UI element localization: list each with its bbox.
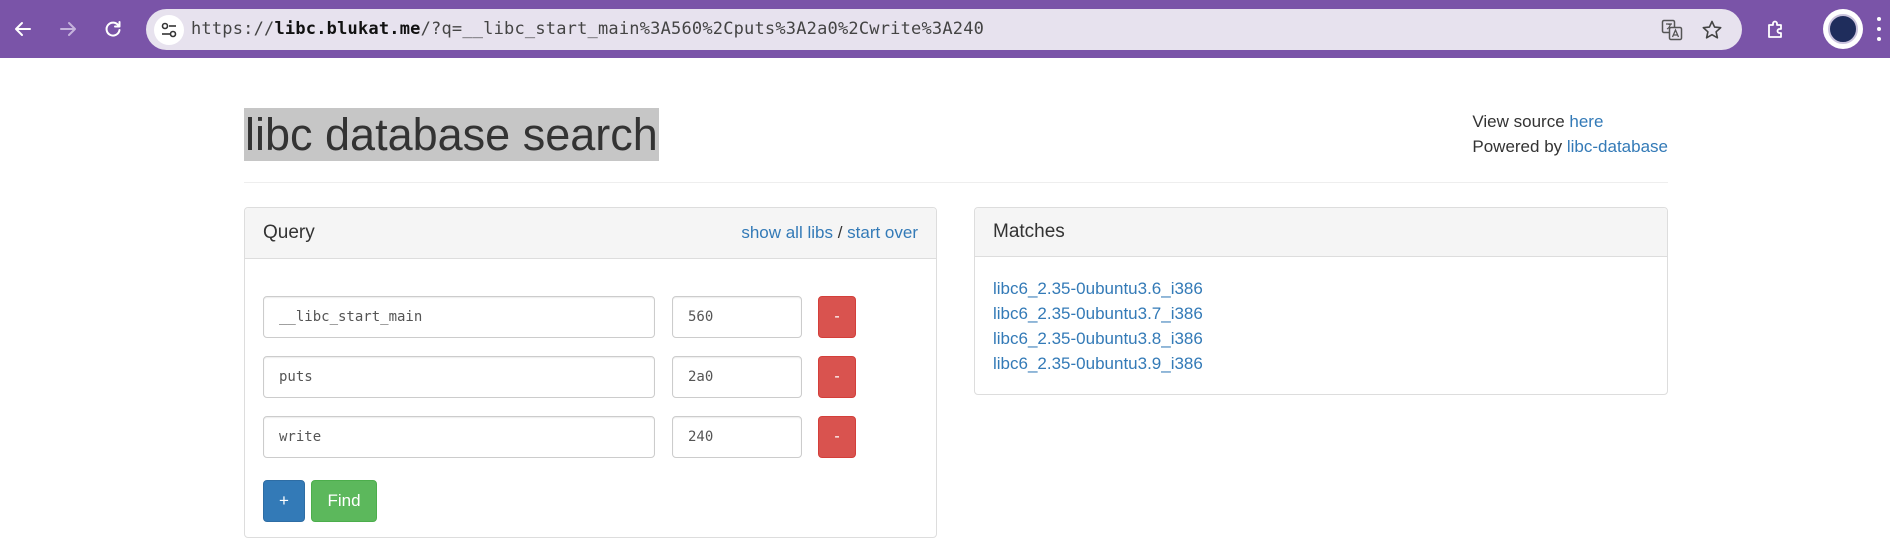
query-actions: show all libs / start over	[741, 208, 918, 258]
query-panel-heading: Query show all libs / start over	[245, 208, 936, 259]
forward-button[interactable]	[50, 11, 86, 47]
view-source-text: View source	[1472, 112, 1570, 131]
address-input[interactable]	[672, 356, 802, 398]
tune-icon	[161, 22, 177, 38]
matches-panel: Matches libc6_2.35-0ubuntu3.6_i386 libc6…	[974, 207, 1668, 395]
find-button[interactable]: Find	[311, 480, 377, 522]
translate-button[interactable]	[1657, 15, 1687, 45]
powered-by-text: Powered by	[1472, 137, 1567, 156]
match-link[interactable]: libc6_2.35-0ubuntu3.8_i386	[993, 326, 1203, 351]
show-all-libs-link[interactable]: show all libs	[741, 223, 833, 242]
match-link[interactable]: libc6_2.35-0ubuntu3.6_i386	[993, 276, 1203, 301]
match-link[interactable]: libc6_2.35-0ubuntu3.9_i386	[993, 351, 1203, 376]
reload-icon	[105, 21, 121, 37]
symbol-input[interactable]	[263, 416, 655, 458]
url-host: libc.blukat.me	[274, 19, 421, 39]
bookmark-button[interactable]	[1697, 15, 1727, 45]
translate-icon	[1661, 19, 1683, 41]
avatar-icon	[1828, 14, 1858, 44]
remove-row-button[interactable]: -	[818, 416, 856, 458]
matches-panel-title: Matches	[993, 221, 1065, 242]
libc-database-link[interactable]: libc-database	[1567, 137, 1668, 156]
actions-separator: /	[832, 223, 848, 242]
back-button[interactable]	[5, 11, 41, 47]
arrow-left-icon	[15, 22, 31, 36]
match-link[interactable]: libc6_2.35-0ubuntu3.7_i386	[993, 301, 1203, 326]
powered-by-line: Powered by libc-database	[1472, 134, 1668, 159]
url-path: /?q=__libc_start_main%3A560%2Cputs%3A2a0…	[420, 19, 985, 39]
query-panel: Query show all libs / start over - - - +…	[244, 207, 937, 538]
reload-button[interactable]	[95, 11, 131, 47]
view-source-line: View source here	[1472, 109, 1668, 134]
query-panel-title: Query	[263, 222, 315, 243]
page-title: libc database search	[244, 108, 659, 161]
symbol-input[interactable]	[263, 296, 655, 338]
arrow-right-icon	[60, 22, 76, 36]
add-row-button[interactable]: +	[263, 480, 305, 522]
matches-panel-heading: Matches	[975, 208, 1667, 257]
star-icon	[1702, 20, 1722, 39]
address-input[interactable]	[672, 296, 802, 338]
view-source-link[interactable]: here	[1569, 112, 1603, 131]
remove-row-button[interactable]: -	[818, 296, 856, 338]
profile-avatar[interactable]	[1823, 9, 1863, 49]
header-divider	[244, 182, 1668, 183]
source-info: View source here Powered by libc-databas…	[1472, 109, 1668, 159]
url-scheme: https://	[191, 19, 275, 39]
remove-row-button[interactable]: -	[818, 356, 856, 398]
symbol-input[interactable]	[263, 356, 655, 398]
url-text[interactable]: https://libc.blukat.me/?q=__libc_start_m…	[191, 9, 984, 50]
browser-toolbar: https://libc.blukat.me/?q=__libc_start_m…	[0, 0, 1890, 58]
site-info-button[interactable]	[154, 15, 184, 45]
extensions-button[interactable]	[1758, 11, 1794, 47]
match-list: libc6_2.35-0ubuntu3.6_i386 libc6_2.35-0u…	[993, 276, 1203, 376]
address-bar[interactable]: https://libc.blukat.me/?q=__libc_start_m…	[146, 9, 1742, 50]
puzzle-icon	[1768, 20, 1782, 38]
more-menu-icon[interactable]	[1874, 17, 1884, 41]
address-input[interactable]	[672, 416, 802, 458]
start-over-link[interactable]: start over	[847, 223, 918, 242]
